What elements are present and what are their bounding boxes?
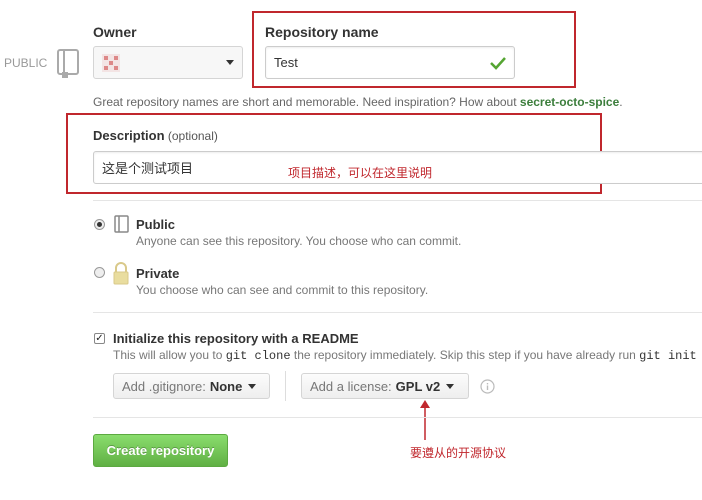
public-desc: Anyone can see this repository. You choo… <box>136 234 462 248</box>
private-radio[interactable] <box>94 267 105 278</box>
license-annotation: 要遵从的开源协议 <box>410 446 507 460</box>
owner-label: Owner <box>93 24 137 40</box>
info-icon[interactable] <box>480 379 495 394</box>
init-readme-desc: This will allow you to git clone the rep… <box>113 348 697 363</box>
init-desc-code-clone: git clone <box>225 349 291 363</box>
license-value: GPL v2 <box>395 378 441 394</box>
chevron-down-icon <box>226 60 234 65</box>
divider <box>93 200 702 201</box>
public-radio[interactable] <box>94 219 105 230</box>
init-readme-checkbox[interactable]: ✓ <box>94 333 105 344</box>
description-value: 这是个测试项目 <box>102 161 194 176</box>
hint-prefix: Great repository names are short and mem… <box>93 95 520 109</box>
public-label-text[interactable]: Public <box>136 217 175 232</box>
public-label: PUBLIC <box>4 56 48 70</box>
description-annotation: 项目描述，可以在这里说明 <box>288 166 433 180</box>
repo-name-value: Test <box>274 55 298 70</box>
gitignore-select[interactable]: Add .gitignore: None <box>113 373 270 399</box>
description-label: Description <box>93 128 165 143</box>
init-desc-code-init: git init <box>639 349 697 363</box>
hint-suffix: . <box>619 95 623 109</box>
owner-avatar-icon <box>102 53 120 72</box>
chevron-down-icon <box>248 383 257 389</box>
divider <box>93 417 702 418</box>
init-readme-label[interactable]: Initialize this repository with a README <box>113 331 359 346</box>
license-select[interactable]: Add a license: GPL v2 <box>301 373 469 399</box>
license-prefix: Add a license: <box>310 378 392 394</box>
private-label-text[interactable]: Private <box>136 266 179 281</box>
description-optional: (optional) <box>167 129 218 143</box>
gitignore-value: None <box>209 378 243 394</box>
check-icon <box>490 56 506 70</box>
repo-name-label: Repository name <box>265 24 379 40</box>
repo-name-input[interactable]: Test <box>265 46 515 79</box>
private-desc: You choose who can see and commit to thi… <box>136 283 429 297</box>
chevron-down-icon <box>446 383 455 389</box>
divider <box>93 312 702 313</box>
create-repository-button[interactable]: Create repository <box>93 434 228 467</box>
book-icon <box>114 215 129 233</box>
book-repo-icon <box>57 49 79 78</box>
init-desc-mid: the repository immediately. Skip this st… <box>290 348 640 362</box>
gitignore-prefix: Add .gitignore: <box>122 378 206 394</box>
lock-icon <box>113 262 129 285</box>
description-label-row: Description (optional) <box>93 128 218 143</box>
init-desc-pre: This will allow you to <box>113 348 226 362</box>
select-separator <box>285 371 286 401</box>
suggested-name-link[interactable]: secret-octo-spice <box>520 95 619 109</box>
arrow-up-icon <box>420 400 430 440</box>
repo-name-hint: Great repository names are short and mem… <box>93 95 623 109</box>
owner-select[interactable] <box>93 46 243 79</box>
